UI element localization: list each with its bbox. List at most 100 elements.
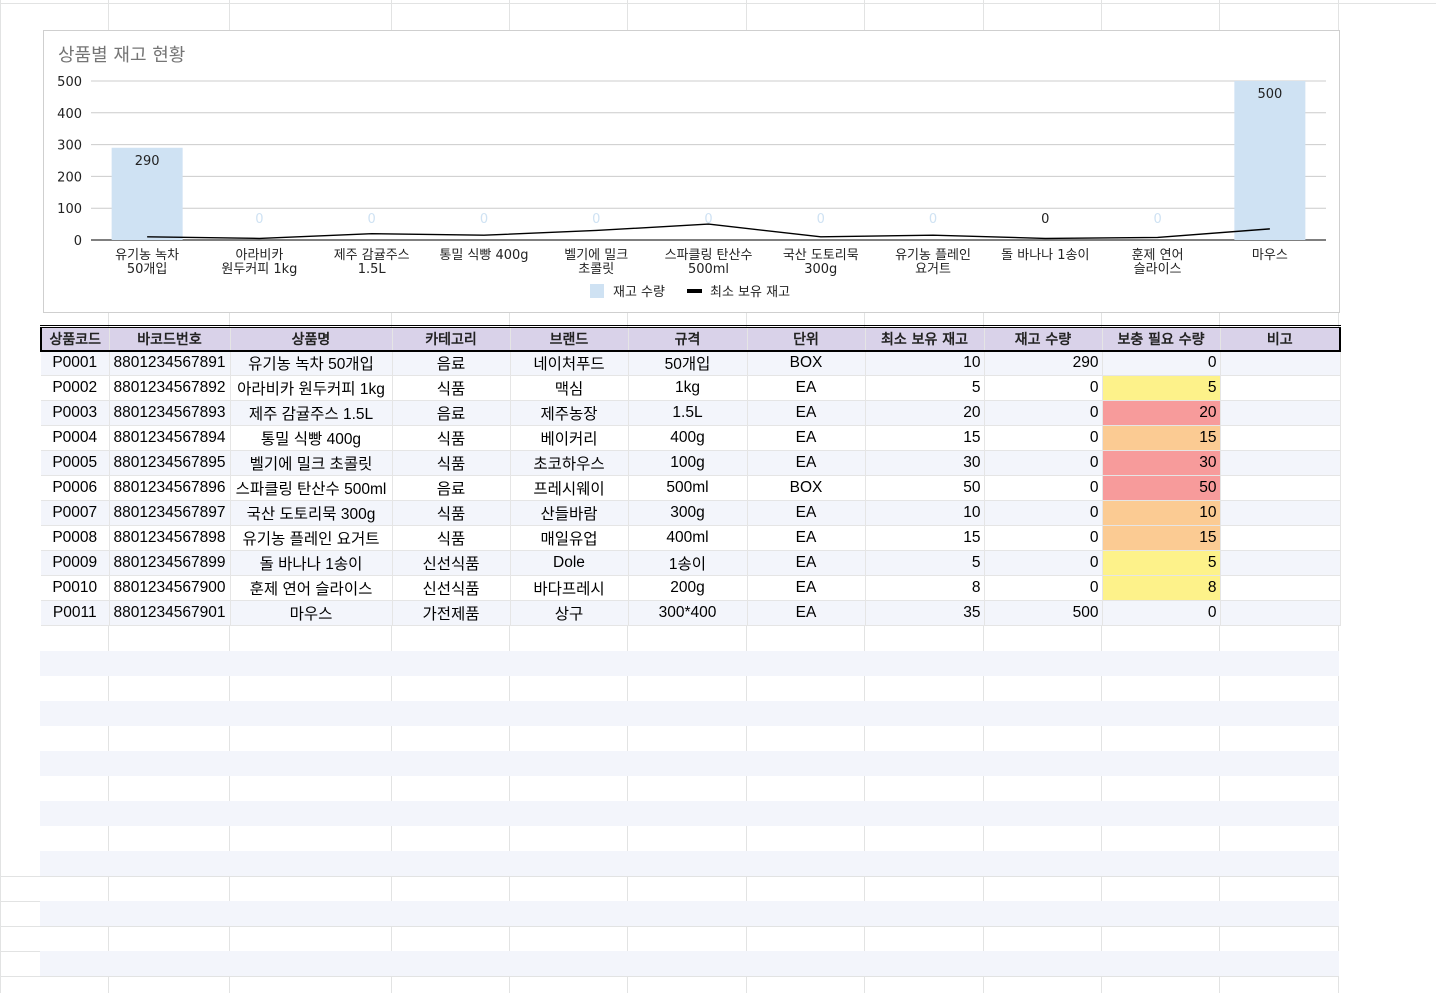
cell-product-name[interactable]: 스파클링 탄산수 500ml [230,475,393,501]
cell-product-name[interactable]: 제주 감귤주스 1.5L [230,400,393,426]
cell-barcode[interactable]: 8801234567893 [109,400,231,426]
column-header[interactable]: 상품코드 [40,325,109,352]
cell-product-name[interactable]: 마우스 [230,600,393,626]
column-header[interactable]: 비고 [1219,325,1341,352]
cell-spec[interactable]: 400ml [628,525,748,551]
cell-min-stock[interactable]: 35 [865,600,985,626]
cell-spec[interactable]: 400g [628,425,748,451]
cell-note[interactable] [1220,400,1341,426]
column-header[interactable]: 브랜드 [509,325,628,352]
cell-note[interactable] [1220,500,1341,526]
column-header[interactable]: 규격 [627,325,747,352]
cell-min-stock[interactable]: 15 [865,425,985,451]
cell-brand[interactable]: 매일유업 [510,525,629,551]
cell-product-code[interactable]: P0002 [41,375,110,401]
cell-min-stock[interactable]: 50 [865,475,985,501]
cell-product-code[interactable]: P0004 [41,425,110,451]
cell-stock[interactable]: 0 [984,500,1103,526]
table-row[interactable]: P0008 8801234567898 유기농 플레인 요거트 식품 매일유업 400ml… [41,525,1341,551]
cell-product-code[interactable]: P0001 [41,350,110,376]
cell-category[interactable]: 식품 [392,525,511,551]
cell-spec[interactable]: 1.5L [628,400,748,426]
cell-category[interactable]: 음료 [392,400,511,426]
cell-min-stock[interactable]: 8 [865,575,985,601]
cell-restock-need[interactable]: 10 [1102,500,1221,526]
table-row[interactable]: P0006 8801234567896 스파클링 탄산수 500ml 음료 프레시웨이 5… [41,475,1341,501]
cell-min-stock[interactable]: 10 [865,500,985,526]
cell-note[interactable] [1220,575,1341,601]
cell-barcode[interactable]: 8801234567896 [109,475,231,501]
cell-min-stock[interactable]: 30 [865,450,985,476]
cell-category[interactable]: 식품 [392,500,511,526]
cell-restock-need[interactable]: 20 [1102,400,1221,426]
cell-category[interactable]: 가전제품 [392,600,511,626]
cell-restock-need[interactable]: 0 [1102,350,1221,376]
cell-note[interactable] [1220,525,1341,551]
cell-note[interactable] [1220,475,1341,501]
cell-note[interactable] [1220,375,1341,401]
cell-spec[interactable]: 300*400 [628,600,748,626]
cell-unit[interactable]: EA [747,575,866,601]
cell-spec[interactable]: 50개입 [628,350,748,376]
cell-product-name[interactable]: 아라비카 원두커피 1kg [230,375,393,401]
column-header[interactable]: 재고 수량 [983,325,1102,352]
column-header[interactable]: 보충 필요 수량 [1101,325,1220,352]
column-header[interactable]: 상품명 [229,325,392,352]
cell-category[interactable]: 음료 [392,350,511,376]
cell-note[interactable] [1220,450,1341,476]
cell-product-name[interactable]: 벨기에 밀크 초콜릿 [230,450,393,476]
cell-stock[interactable]: 0 [984,375,1103,401]
cell-barcode[interactable]: 8801234567897 [109,500,231,526]
cell-unit[interactable]: EA [747,400,866,426]
table-row[interactable]: P0002 8801234567892 아라비카 원두커피 1kg 식품 맥심 1kg EA… [41,375,1341,401]
stock-chart[interactable]: 상품별 재고 현황 500 400 300 200 100 0 290 0 0 0 0 0 0 0 0 0 50… [43,30,1340,313]
cell-barcode[interactable]: 8801234567891 [109,350,231,376]
cell-product-name[interactable]: 유기농 플레인 요거트 [230,525,393,551]
cell-product-code[interactable]: P0011 [41,600,110,626]
cell-barcode[interactable]: 8801234567899 [109,550,231,576]
cell-barcode[interactable]: 8801234567892 [109,375,231,401]
cell-min-stock[interactable]: 15 [865,525,985,551]
cell-product-name[interactable]: 통밀 식빵 400g [230,425,393,451]
cell-barcode[interactable]: 8801234567895 [109,450,231,476]
cell-brand[interactable]: 프레시웨이 [510,475,629,501]
cell-min-stock[interactable]: 20 [865,400,985,426]
table-row[interactable]: P0003 8801234567893 제주 감귤주스 1.5L 음료 제주농장 1.5L… [41,400,1341,426]
cell-barcode[interactable]: 8801234567898 [109,525,231,551]
cell-brand[interactable]: 제주농장 [510,400,629,426]
cell-stock[interactable]: 0 [984,525,1103,551]
column-header[interactable]: 단위 [746,325,865,352]
cell-note[interactable] [1220,600,1341,626]
cell-restock-need[interactable]: 5 [1102,550,1221,576]
cell-barcode[interactable]: 8801234567901 [109,600,231,626]
cell-unit[interactable]: BOX [747,475,866,501]
cell-restock-need[interactable]: 15 [1102,525,1221,551]
cell-unit[interactable]: EA [747,450,866,476]
cell-product-code[interactable]: P0007 [41,500,110,526]
cell-product-code[interactable]: P0009 [41,550,110,576]
cell-spec[interactable]: 100g [628,450,748,476]
cell-brand[interactable]: 네이처푸드 [510,350,629,376]
column-header[interactable]: 바코드번호 [108,325,230,352]
cell-unit[interactable]: EA [747,425,866,451]
cell-note[interactable] [1220,350,1341,376]
cell-restock-need[interactable]: 50 [1102,475,1221,501]
cell-spec[interactable]: 500ml [628,475,748,501]
cell-product-code[interactable]: P0010 [41,575,110,601]
cell-brand[interactable]: 상구 [510,600,629,626]
cell-unit[interactable]: EA [747,525,866,551]
cell-brand[interactable]: 바다프레시 [510,575,629,601]
cell-category[interactable]: 신선식품 [392,575,511,601]
cell-brand[interactable]: 초코하우스 [510,450,629,476]
cell-brand[interactable]: 베이커리 [510,425,629,451]
table-row[interactable]: P0005 8801234567895 벨기에 밀크 초콜릿 식품 초코하우스 100g E… [41,450,1341,476]
cell-stock[interactable]: 0 [984,575,1103,601]
table-row[interactable]: P0004 8801234567894 통밀 식빵 400g 식품 베이커리 400g EA… [41,425,1341,451]
cell-unit[interactable]: BOX [747,350,866,376]
cell-category[interactable]: 식품 [392,450,511,476]
cell-unit[interactable]: EA [747,550,866,576]
cell-stock[interactable]: 500 [984,600,1103,626]
cell-spec[interactable]: 1kg [628,375,748,401]
cell-product-name[interactable]: 국산 도토리묵 300g [230,500,393,526]
cell-min-stock[interactable]: 5 [865,550,985,576]
